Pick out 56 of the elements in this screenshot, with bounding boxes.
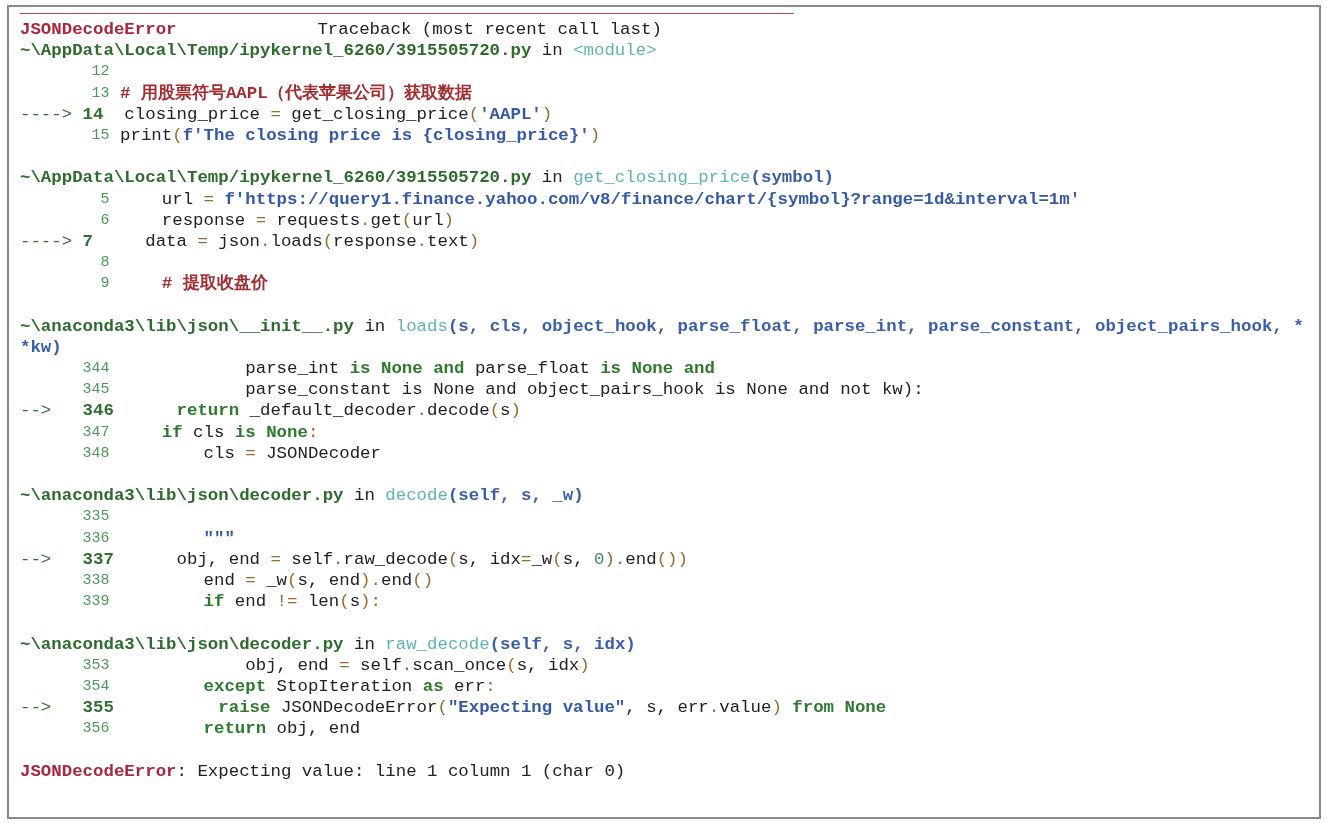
code-line: print(f'The closing price is {closing_price}') bbox=[120, 124, 601, 147]
code-line: response = requests.get(url) bbox=[160, 209, 454, 231]
line-number: 346 bbox=[82, 400, 114, 422]
code-line: if cls is None: bbox=[160, 421, 319, 443]
code-line: obj, end = self.scan_once(s, idx) bbox=[244, 654, 590, 676]
code-line: return _default_decoder.decode(s) bbox=[175, 400, 521, 422]
code-line: raise JSONDecodeError("Expecting value", s, err.value) from None bbox=[217, 697, 887, 719]
line-number: 6 bbox=[99, 210, 110, 231]
line-number: 338 bbox=[82, 570, 110, 591]
error-message: JSONDecodeError: Expecting value: line 1 column 1 (char 0) bbox=[20, 760, 627, 782]
code-line: parse_int is None and parse_float is None and bbox=[244, 358, 715, 380]
line-number: 356 bbox=[82, 719, 110, 740]
line-number: 353 bbox=[82, 655, 110, 676]
line-number: 355 bbox=[82, 697, 114, 719]
code-line: closing_price = get_closing_price('AAPL') bbox=[124, 103, 553, 125]
line-number: 344 bbox=[82, 359, 110, 380]
code-line: data = json.loads(response.text) bbox=[144, 230, 480, 253]
line-number: 345 bbox=[82, 380, 110, 401]
line-number: 339 bbox=[82, 592, 110, 613]
line-number: 14 bbox=[82, 103, 105, 125]
code-line: end = _w(s, end).end() bbox=[202, 569, 434, 592]
line-number: 5 bbox=[99, 189, 110, 210]
line-number: 348 bbox=[82, 443, 110, 464]
code-line: return obj, end bbox=[202, 718, 361, 740]
line-number: 337 bbox=[82, 548, 114, 570]
current-line-arrow: --> bbox=[20, 549, 52, 569]
line-number: 335 bbox=[82, 507, 110, 528]
code-line: if end != len(s): bbox=[202, 591, 381, 613]
current-line-arrow: --> bbox=[20, 698, 52, 718]
current-line-arrow: ----> bbox=[20, 231, 73, 251]
code-line: # 用股票符号AAPL（代表苹果公司）获取数据 bbox=[120, 82, 472, 104]
current-line-arrow: --> bbox=[20, 401, 52, 421]
frame-location: ~\anaconda3\lib\json\decoder.py in raw_decode(self, s, idx) bbox=[20, 633, 637, 655]
code-line: # 提取收盘价 bbox=[160, 273, 268, 295]
code-line: cls = JSONDecoder bbox=[202, 442, 381, 464]
error-name: JSONDecodeError bbox=[20, 19, 177, 41]
line-number: 9 bbox=[99, 274, 110, 295]
line-number: 347 bbox=[82, 422, 110, 443]
line-number: 354 bbox=[82, 676, 110, 697]
frame-location: ~\AppData\Local\Temp/ipykernel_6260/3915505720.py in get_closing_price(symbol) bbox=[20, 167, 836, 189]
code-line: except StopIteration as err: bbox=[202, 675, 496, 698]
line-number: 12 bbox=[90, 62, 110, 83]
line-number: 7 bbox=[82, 230, 95, 253]
current-line-arrow: ----> bbox=[20, 104, 73, 124]
code-line: obj, end = self.raw_decode(s, idx=_w(s, 0).end()) bbox=[175, 548, 688, 570]
line-number: 336 bbox=[82, 528, 110, 549]
frame-location: ~\AppData\Local\Temp/ipykernel_6260/3915505720.py in <module> bbox=[20, 40, 658, 62]
line-number: 13 bbox=[90, 83, 110, 104]
traceback-title: Traceback (most recent call last) bbox=[317, 19, 662, 41]
code-line: url = f'https://query1.finance.yahoo.com/v8/finance/chart/{symbol}?range=1d&interval=1m' bbox=[160, 188, 1081, 210]
code-line: """ bbox=[202, 527, 235, 549]
code-line: parse_constant is None and object_pairs_hook is None and not kw): bbox=[244, 379, 924, 401]
frame-location: ~\anaconda3\lib\json\__init__.py in loads(s, cls, object_hook, parse_float, parse_int, parse_constant, object_pairs_hook, **kw) bbox=[20, 315, 1305, 359]
frame-location: ~\anaconda3\lib\json\decoder.py in decode(self, s, _w) bbox=[20, 485, 585, 507]
line-number: 8 bbox=[99, 253, 110, 274]
line-number: 15 bbox=[90, 125, 110, 146]
